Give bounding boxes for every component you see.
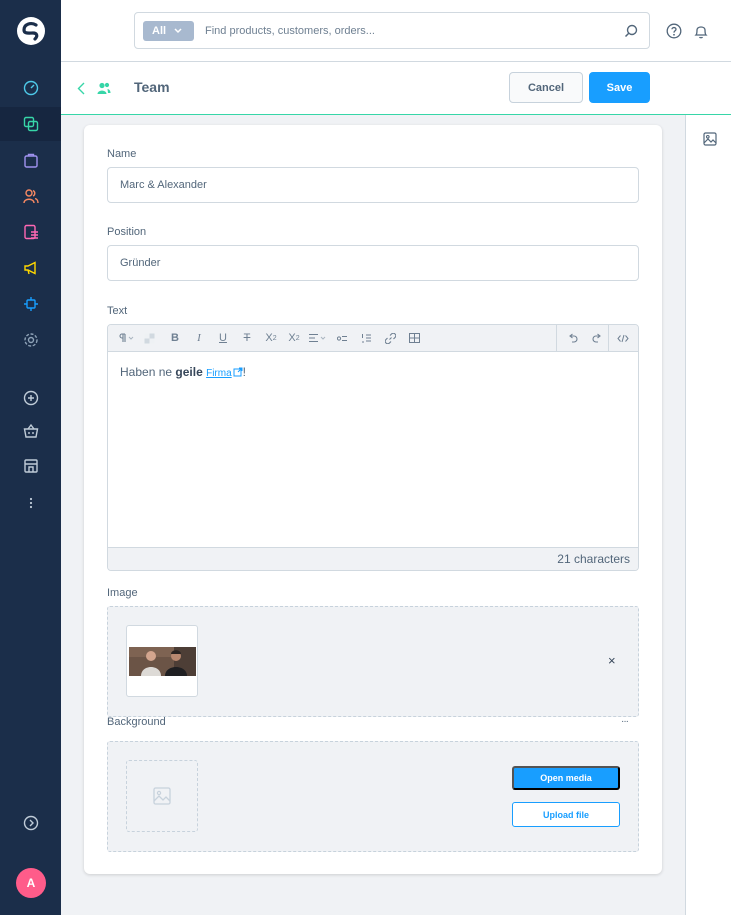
media-placeholder — [126, 760, 198, 832]
external-link-icon — [233, 367, 243, 377]
background-upload-zone[interactable]: Open media Upload file — [107, 741, 639, 852]
save-button[interactable]: Save — [589, 72, 650, 103]
search-input[interactable] — [205, 22, 605, 40]
content-icon[interactable] — [0, 215, 61, 249]
shopware-logo[interactable] — [16, 16, 46, 46]
orders-icon[interactable] — [0, 143, 61, 177]
image-preview[interactable] — [126, 625, 198, 697]
media-icon[interactable] — [703, 132, 717, 146]
position-field[interactable]: Gründer — [107, 245, 639, 281]
sidebar-right — [685, 115, 731, 915]
search-type-select[interactable]: All — [143, 21, 194, 41]
superscript-icon[interactable]: X2 — [262, 330, 280, 346]
open-media-button[interactable]: Open media — [512, 766, 620, 790]
name-field[interactable]: Marc & Alexander — [107, 167, 639, 203]
add-icon[interactable] — [0, 381, 61, 415]
paragraph-format-icon[interactable] — [116, 330, 140, 346]
redo-icon[interactable] — [588, 330, 606, 346]
editor-text: Haben ne — [120, 365, 176, 379]
search-bar[interactable]: All — [134, 12, 650, 49]
storefront-icon[interactable] — [0, 449, 61, 483]
toolbar-divider — [608, 325, 609, 352]
image-upload-zone[interactable]: × — [107, 606, 639, 717]
team-photo — [129, 647, 196, 676]
numbered-list-icon[interactable] — [357, 330, 375, 346]
background-label: Background — [107, 716, 166, 728]
expand-icon[interactable] — [0, 806, 61, 840]
customers-icon[interactable] — [0, 179, 61, 213]
editor-toolbar: B I U T X2 X2 — [108, 325, 638, 352]
editor-bold-text: geile — [175, 365, 203, 379]
code-view-icon[interactable] — [614, 330, 632, 346]
image-label: Image — [107, 587, 138, 599]
clear-format-icon[interactable] — [140, 330, 158, 346]
cancel-button[interactable]: Cancel — [509, 72, 583, 103]
italic-icon[interactable]: I — [190, 330, 208, 346]
align-icon[interactable] — [306, 330, 330, 346]
bold-icon[interactable]: B — [166, 330, 184, 346]
search-type-label: All — [152, 25, 167, 37]
form-card: Name Marc & Alexander Position Gründer T… — [84, 125, 662, 874]
text-editor[interactable]: B I U T X2 X2 Haben ne geile Firma! 21 c… — [107, 324, 639, 571]
undo-icon[interactable] — [564, 330, 582, 346]
back-arrow-icon[interactable] — [77, 82, 85, 95]
table-icon[interactable] — [405, 330, 423, 346]
editor-link[interactable]: Firma — [206, 368, 232, 379]
bell-icon[interactable] — [693, 23, 709, 39]
team-icon — [97, 82, 111, 94]
sidebar: A — [0, 0, 61, 915]
subscript-icon[interactable]: X2 — [285, 330, 303, 346]
marketing-icon[interactable] — [0, 251, 61, 285]
settings-icon[interactable] — [0, 323, 61, 357]
catalogue-icon[interactable] — [0, 107, 61, 141]
strikethrough-icon[interactable]: T — [238, 330, 256, 346]
search-icon[interactable] — [624, 24, 638, 38]
extensions-icon[interactable] — [0, 287, 61, 321]
toolbar-divider — [556, 325, 557, 352]
position-label: Position — [107, 226, 147, 238]
editor-content[interactable]: Haben ne geile Firma! — [120, 365, 246, 379]
chevron-down-icon — [174, 28, 182, 34]
basket-icon[interactable] — [0, 414, 61, 448]
upload-file-button[interactable]: Upload file — [512, 802, 620, 827]
text-label: Text — [107, 305, 128, 317]
bullet-list-icon[interactable] — [333, 330, 351, 346]
name-label: Name — [107, 148, 137, 160]
underline-icon[interactable]: U — [214, 330, 232, 346]
dashboard-icon[interactable] — [0, 71, 61, 105]
smart-bar: Team Cancel Save — [61, 62, 731, 115]
avatar[interactable]: A — [16, 868, 46, 898]
link-icon[interactable] — [381, 330, 399, 346]
image-placeholder-icon — [153, 787, 171, 805]
more-icon[interactable] — [0, 486, 61, 520]
more-options-icon[interactable]: ··· — [621, 716, 629, 727]
editor-suffix: ! — [242, 365, 246, 379]
help-icon[interactable] — [666, 23, 682, 39]
char-count: 21 characters — [108, 547, 638, 570]
remove-image-icon[interactable]: × — [608, 653, 616, 668]
page-title: Team — [134, 79, 170, 95]
